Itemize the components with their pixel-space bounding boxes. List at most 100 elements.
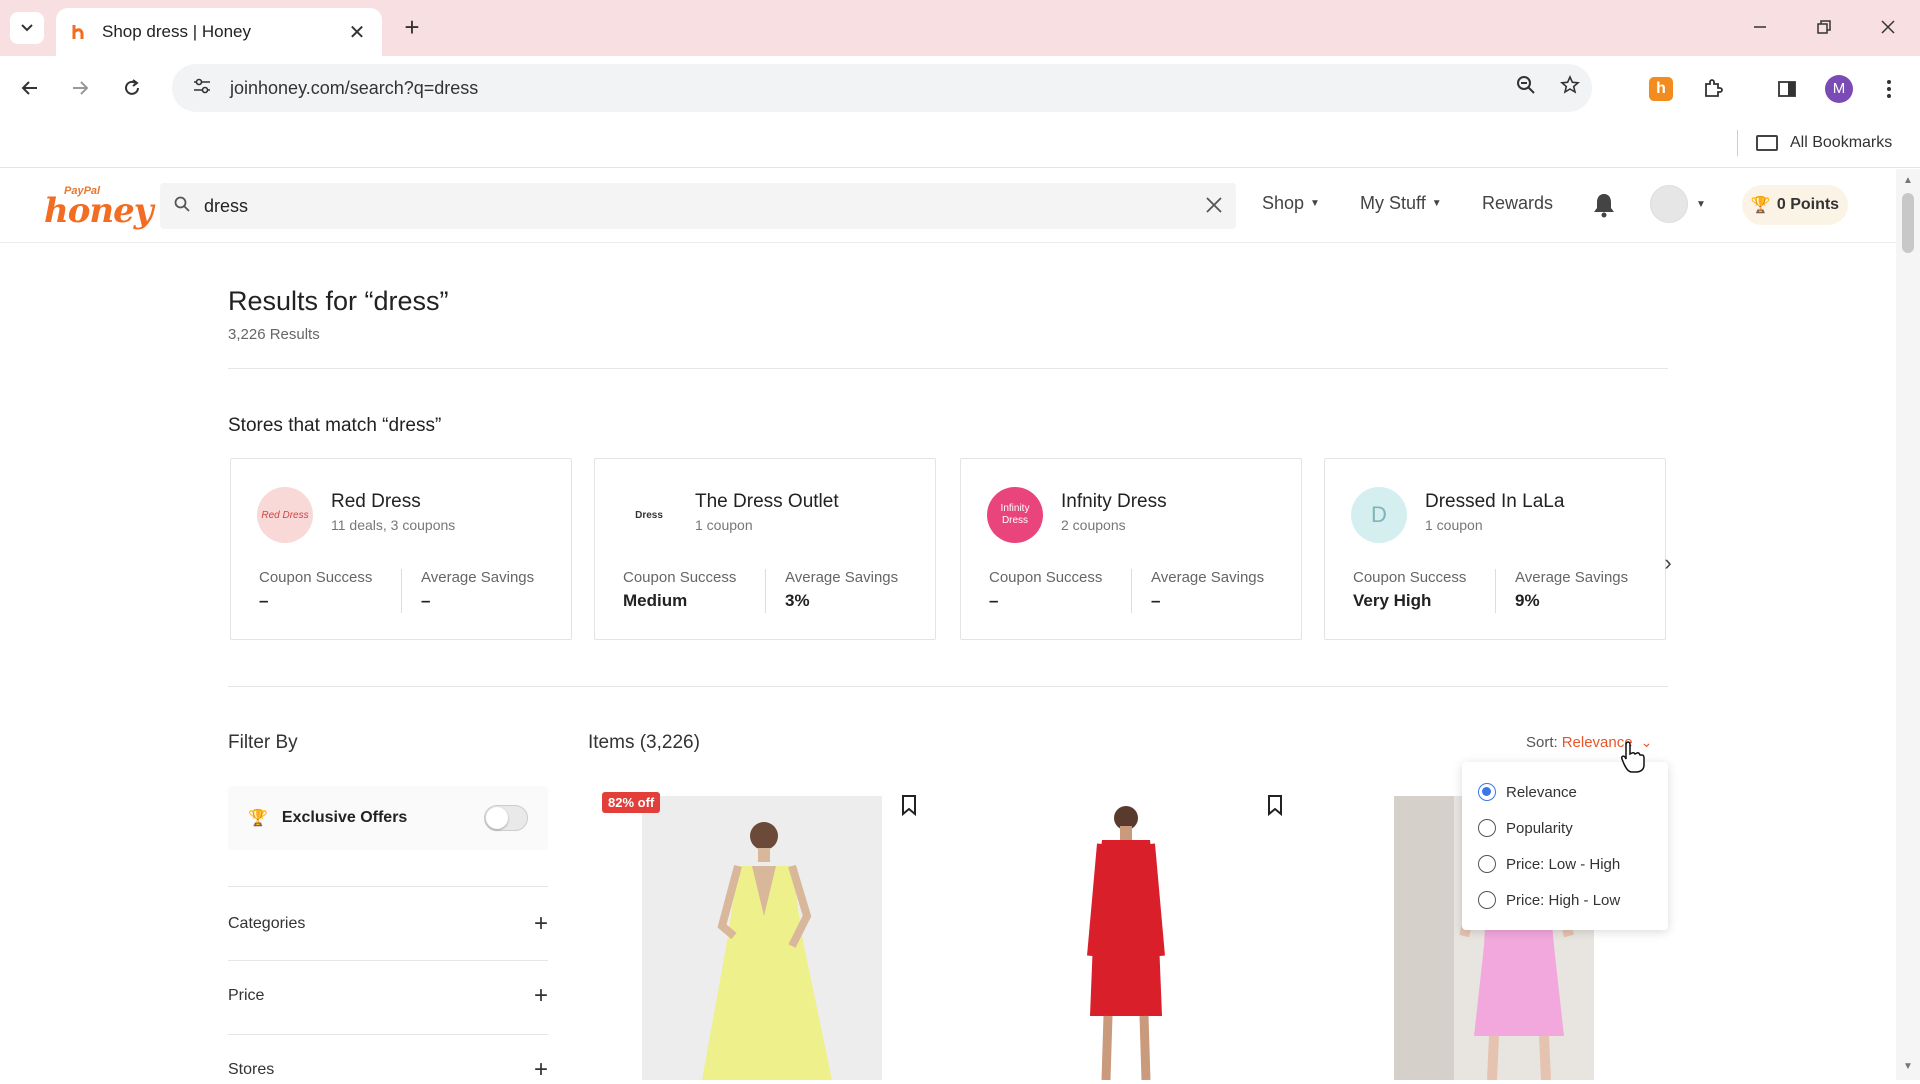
tab-title: Shop dress | Honey (102, 22, 251, 41)
nav-my-stuff[interactable]: My Stuff ▼ (1360, 193, 1442, 214)
reload-icon[interactable] (114, 70, 150, 106)
bookmark-star-icon[interactable] (1548, 75, 1592, 101)
hand-cursor-icon (1621, 741, 1645, 773)
nav-shop-label: Shop (1262, 193, 1305, 213)
honey-extension-icon[interactable]: h (1644, 72, 1678, 106)
points-badge[interactable]: 🏆 0 Points (1742, 185, 1848, 225)
restore-icon[interactable] (1804, 12, 1844, 42)
nav-my-stuff-label: My Stuff (1360, 193, 1426, 213)
discount-badge: 82% off (602, 792, 661, 813)
product-image[interactable] (1008, 796, 1248, 1080)
all-bookmarks-button[interactable]: All Bookmarks (1756, 128, 1892, 158)
divider (228, 960, 548, 961)
all-bookmarks-label: All Bookmarks (1790, 134, 1893, 151)
close-window-icon[interactable] (1868, 12, 1908, 42)
filter-by-title: Filter By (228, 732, 298, 753)
sort-label: Sort: (1526, 734, 1558, 751)
points-label: 0 Points (1776, 196, 1840, 213)
bookmark-icon[interactable] (1266, 794, 1284, 816)
exclusive-offers-label: Exclusive Offers (281, 809, 408, 826)
coupon-success-label: Coupon Success (989, 569, 1103, 586)
stat-divider (765, 569, 766, 613)
scroll-thumb[interactable] (1902, 193, 1914, 253)
forward-arrow-icon[interactable] (62, 70, 98, 106)
coupon-success-value: – (259, 591, 269, 610)
results-count: 3,226 Results (228, 326, 320, 343)
back-arrow-icon[interactable] (12, 70, 48, 106)
chevron-down-icon (21, 24, 33, 32)
trophy-icon: 🏆 (248, 810, 268, 827)
url-text: joinhoney.com/search?q=dress (230, 77, 479, 98)
caret-down-icon: ▼ (1431, 198, 1442, 209)
radio (1478, 855, 1496, 873)
minimize-icon[interactable] (1740, 12, 1780, 42)
radio (1478, 819, 1496, 837)
store-card-infnity-dress[interactable]: Infinity Dress Infnity Dress 2 coupons C… (960, 458, 1302, 640)
carousel-next-chevron-icon[interactable]: › (1654, 550, 1682, 578)
average-savings-label: Average Savings (1515, 569, 1629, 586)
store-card-the-dress-outlet[interactable]: Dress The Dress Outlet 1 coupon Coupon S… (594, 458, 936, 640)
caret-down-icon: ▼ (1310, 198, 1320, 209)
store-name: The Dress Outlet (695, 491, 839, 512)
clear-search-icon[interactable] (1192, 192, 1236, 220)
scroll-up-icon[interactable]: ▲ (1896, 175, 1920, 186)
divider (228, 368, 1668, 369)
sort-option-relevance[interactable]: Relevance (1478, 780, 1577, 804)
red-dress-image (1008, 796, 1248, 1080)
plus-icon: + (533, 910, 548, 937)
tab-search-button[interactable] (10, 12, 44, 44)
store-logo: Red Dress (257, 487, 313, 543)
facet-price-label: Price (228, 987, 265, 1004)
honey-logo[interactable]: PayPal honey (44, 185, 154, 231)
bookmark-icon[interactable] (900, 794, 918, 816)
sort-option-popularity[interactable]: Popularity (1478, 816, 1573, 840)
product-image[interactable] (642, 796, 882, 1080)
store-deals: 1 coupon (1425, 517, 1483, 533)
browser-tab-bar: Shop dress | Honey ✕ + (0, 0, 1920, 56)
profile-avatar[interactable]: M (1822, 72, 1856, 106)
extensions-puzzle-icon[interactable] (1696, 72, 1730, 106)
active-tab[interactable]: Shop dress | Honey ✕ (56, 8, 382, 56)
tab-close-icon[interactable]: ✕ (346, 20, 368, 45)
coupon-success-label: Coupon Success (1353, 569, 1467, 586)
zoom-icon[interactable] (1504, 75, 1548, 101)
store-name: Red Dress (331, 491, 421, 512)
bookmarks-bar: All Bookmarks (0, 120, 1920, 168)
sort-option-price-low-high[interactable]: Price: Low - High (1478, 852, 1620, 876)
nav-rewards[interactable]: Rewards (1482, 193, 1553, 214)
divider (228, 886, 548, 887)
browser-menu-icon[interactable] (1872, 72, 1906, 106)
sort-option-label: Price: High - Low (1506, 891, 1621, 909)
exclusive-offers-toggle[interactable] (484, 805, 528, 831)
nav-shop[interactable]: Shop ▼ (1262, 193, 1320, 214)
store-card-red-dress[interactable]: Red Dress Red Dress 11 deals, 3 coupons … (230, 458, 572, 640)
new-tab-button[interactable]: + (396, 12, 428, 44)
address-bar[interactable]: joinhoney.com/search?q=dress (172, 64, 1592, 112)
divider (228, 686, 1668, 687)
coupon-success-label: Coupon Success (259, 569, 373, 586)
facet-price[interactable]: Price + (228, 982, 548, 1010)
store-name: Infnity Dress (1061, 491, 1167, 512)
search-value: dress (204, 195, 249, 216)
search-input[interactable]: dress (160, 183, 1236, 229)
store-card-dressed-in-lala[interactable]: D Dressed In LaLa 1 coupon Coupon Succes… (1324, 458, 1666, 640)
average-savings-label: Average Savings (421, 569, 535, 586)
user-menu[interactable]: ▼ (1650, 185, 1706, 223)
side-panel-icon[interactable] (1770, 72, 1804, 106)
store-deals: 11 deals, 3 coupons (331, 517, 456, 533)
divider (228, 1034, 548, 1035)
site-info-icon[interactable] (182, 77, 222, 100)
store-logo: Infinity Dress (987, 487, 1043, 543)
sort-option-price-high-low[interactable]: Price: High - Low (1478, 888, 1620, 912)
bell-icon[interactable] (1590, 191, 1618, 219)
page-title: Results for “dress” (228, 286, 449, 316)
sort-options-menu: Relevance Popularity Price: Low - High P… (1462, 762, 1668, 930)
scroll-down-icon[interactable]: ▼ (1896, 1061, 1920, 1072)
folder-icon (1756, 135, 1778, 151)
average-savings-value: – (1151, 591, 1161, 610)
coupon-success-label: Coupon Success (623, 569, 737, 586)
sort-option-label: Price: Low - High (1506, 855, 1621, 873)
page-scrollbar[interactable]: ▲ ▼ (1896, 169, 1920, 1080)
exclusive-offers-filter: 🏆 Exclusive Offers (228, 786, 548, 850)
facet-categories[interactable]: Categories + (228, 910, 548, 938)
